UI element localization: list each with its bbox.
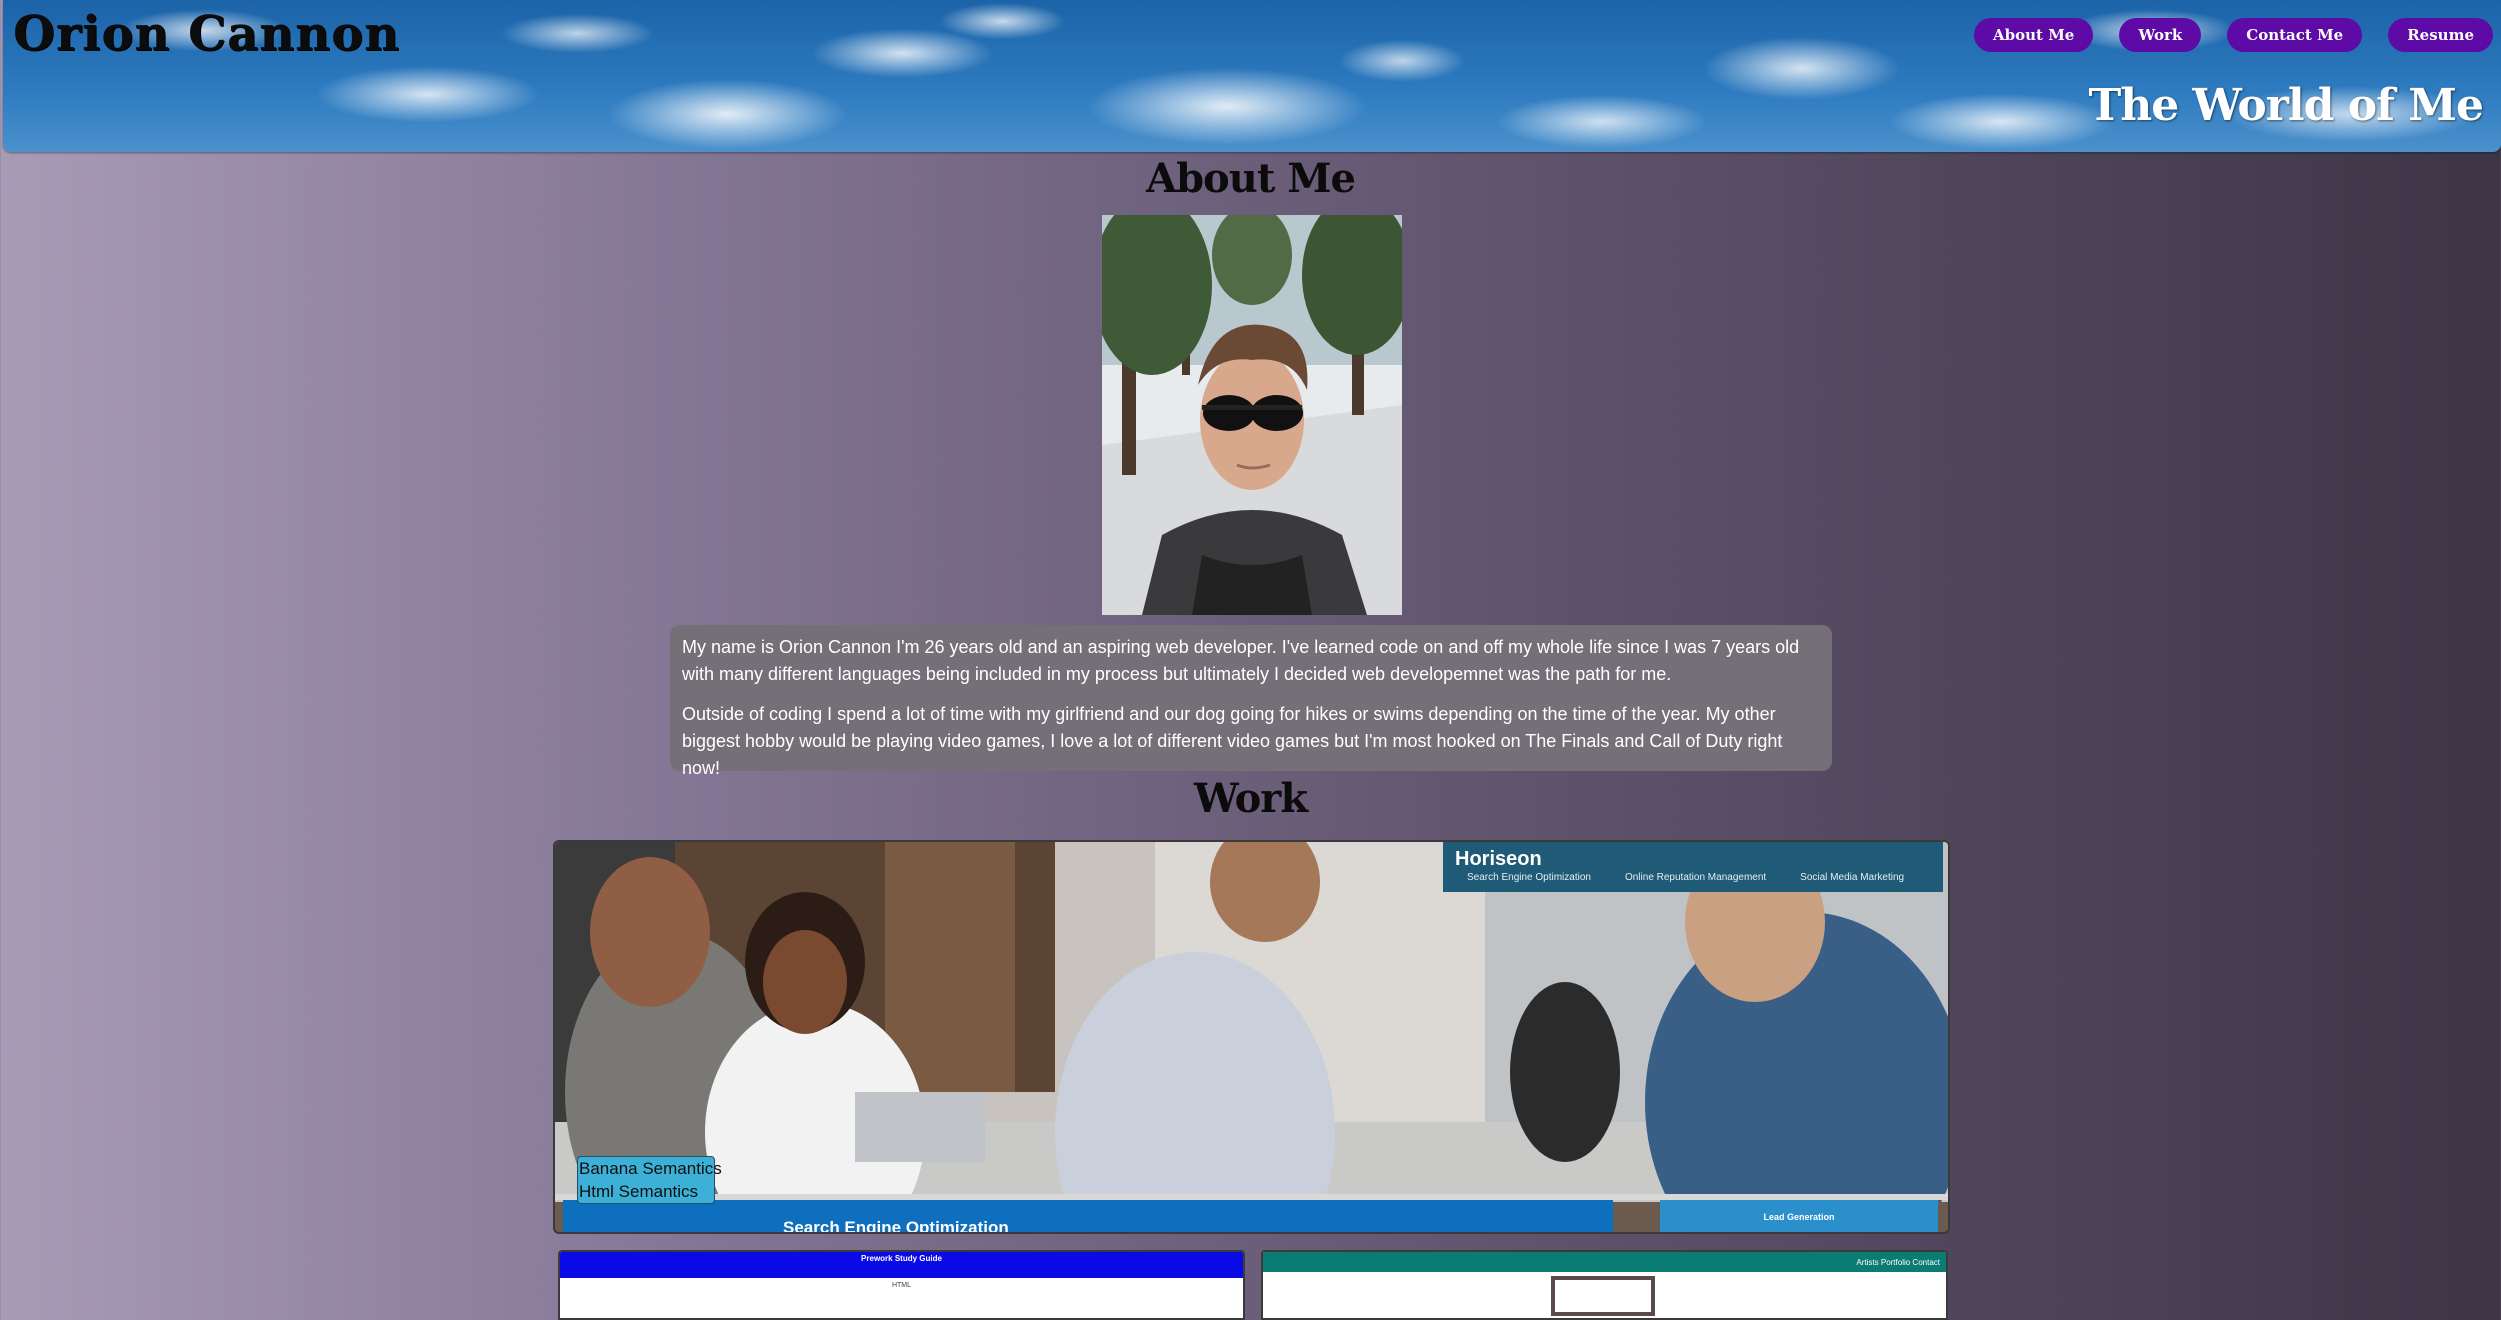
thumbnail-title: Prework Study Guide	[861, 1254, 942, 1263]
work-tag: Banana Semantics	[579, 1159, 722, 1178]
nav-resume[interactable]: Resume	[2388, 18, 2493, 52]
profile-photo	[1102, 215, 1402, 615]
bio-paragraph-1: My name is Orion Cannon I'm 26 years old…	[682, 637, 1800, 684]
screenshot-seo-banner: Search Engine Optimization	[563, 1200, 1613, 1234]
screenshot-lead-box: Lead Generation	[1660, 1200, 1938, 1232]
screenshot-header-bar: Horiseon Search Engine Optimization Onli…	[1443, 842, 1943, 892]
about-heading: About Me	[1146, 155, 1356, 202]
screenshot-nav-item: Online Reputation Management	[1624, 872, 1767, 883]
thumbnail-subtitle: HTML	[891, 1282, 912, 1289]
screenshot-seo-text: Search Engine Optimization	[783, 1218, 1009, 1234]
nav-contact-me[interactable]: Contact Me	[2227, 18, 2363, 52]
screenshot-nav: Search Engine Optimization Online Reputa…	[1467, 872, 1904, 883]
thumbnail-header: Artists Portfolio Contact	[1263, 1252, 1946, 1272]
nav-work[interactable]: Work	[2119, 18, 2202, 52]
bio-panel: My name is Orion Cannon I'm 26 years old…	[670, 625, 1832, 778]
work-tags-badge[interactable]: Banana Semantics Html Semantics	[577, 1156, 722, 1204]
site-header: Orion Cannon About Me Work Contact Me Re…	[3, 0, 2501, 152]
nav-about-me[interactable]: About Me	[1974, 18, 2094, 52]
thumbnail-photo-frame	[1551, 1276, 1655, 1316]
work-thumbnail-portfolio[interactable]: Artists Portfolio Contact	[1261, 1250, 1948, 1320]
work-heading: Work	[1193, 775, 1308, 822]
thumbnail-header: Prework Study Guide	[560, 1252, 1243, 1278]
site-brand: Orion Cannon	[13, 6, 400, 62]
featured-work-image	[555, 842, 1948, 1202]
screenshot-logo: Horiseon	[1455, 848, 1542, 870]
site-tagline: The World of Me	[2088, 80, 2484, 131]
profile-photo-illustration	[1102, 215, 1402, 615]
thumbnail-nav-links: Artists Portfolio Contact	[1856, 1258, 1940, 1267]
screenshot-nav-item: Social Media Marketing	[1800, 872, 1905, 883]
screenshot-nav-item: Search Engine Optimization	[1467, 872, 1591, 883]
screenshot-lead-text: Lead Generation	[1763, 1212, 1835, 1222]
bio-paragraph-2: Outside of coding I spend a lot of time …	[682, 704, 1783, 778]
work-tag: Html Semantics	[579, 1182, 699, 1201]
work-thumbnail-study-guide[interactable]: Prework Study Guide HTML	[558, 1250, 1245, 1320]
main-nav: About Me Work Contact Me Resume	[1974, 18, 2493, 52]
featured-work-card[interactable]: Horiseon Search Engine Optimization Onli…	[553, 840, 1950, 1234]
